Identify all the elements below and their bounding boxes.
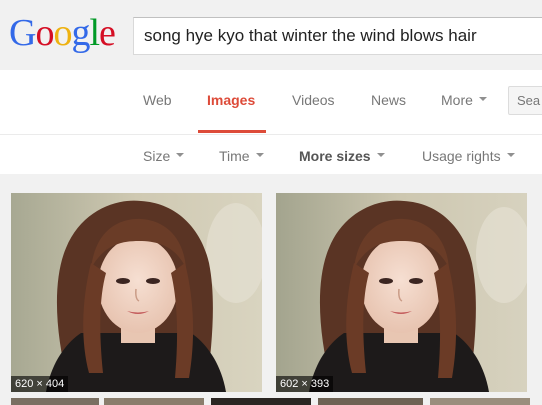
logo-letter: o — [53, 12, 72, 54]
portrait-thumbnail — [11, 193, 262, 392]
header: Google — [0, 0, 542, 70]
chevron-down-icon — [255, 153, 264, 158]
tab-images[interactable]: Images — [207, 92, 255, 108]
tab-news[interactable]: News — [371, 92, 406, 108]
next-row-thumbnail[interactable] — [318, 398, 423, 405]
active-tab-indicator — [198, 130, 266, 133]
next-row-thumbnail[interactable] — [211, 398, 311, 405]
chevron-down-icon — [506, 153, 515, 158]
logo-letter: o — [35, 12, 54, 54]
logo-letter: l — [89, 12, 100, 54]
next-row-thumbnail[interactable] — [104, 398, 204, 405]
tool-usage-rights[interactable]: Usage rights — [422, 148, 515, 164]
search-tools-bar: Size Time More sizes Usage rights — [0, 136, 542, 174]
tool-time[interactable]: Time — [219, 148, 264, 164]
tab-more-label: More — [441, 92, 473, 108]
tab-more[interactable]: More — [441, 92, 487, 108]
tool-size-label: Size — [143, 148, 171, 164]
tool-usage-rights-label: Usage rights — [422, 148, 501, 164]
image-dimensions: 620 × 404 — [11, 376, 69, 392]
tool-more-sizes-label: More sizes — [299, 148, 371, 164]
chevron-down-icon — [478, 97, 487, 102]
chevron-down-icon — [176, 153, 185, 158]
image-result[interactable]: 620 × 404 — [11, 193, 262, 392]
tab-videos[interactable]: Videos — [292, 92, 335, 108]
portrait-thumbnail — [276, 193, 527, 392]
google-logo[interactable]: Google — [9, 12, 116, 54]
search-nav: Web Images Videos News More Sea — [0, 70, 542, 135]
logo-letter: e — [99, 12, 116, 54]
search-box[interactable] — [133, 17, 542, 55]
tool-size[interactable]: Size — [143, 148, 185, 164]
chevron-down-icon — [376, 153, 385, 158]
next-row-thumbnail[interactable] — [11, 398, 99, 405]
search-tools-button[interactable]: Sea — [508, 86, 542, 115]
image-dimensions: 602 × 393 — [276, 376, 334, 392]
image-results-grid: 620 × 404 602 × 393 — [0, 174, 542, 405]
tool-time-label: Time — [219, 148, 250, 164]
logo-letter: g — [71, 12, 90, 54]
next-row-thumbnail[interactable] — [430, 398, 530, 405]
logo-letter: G — [9, 12, 36, 54]
search-input[interactable] — [134, 18, 542, 54]
tool-more-sizes[interactable]: More sizes — [299, 148, 385, 164]
image-result[interactable]: 602 × 393 — [276, 193, 527, 392]
tab-web[interactable]: Web — [143, 92, 172, 108]
